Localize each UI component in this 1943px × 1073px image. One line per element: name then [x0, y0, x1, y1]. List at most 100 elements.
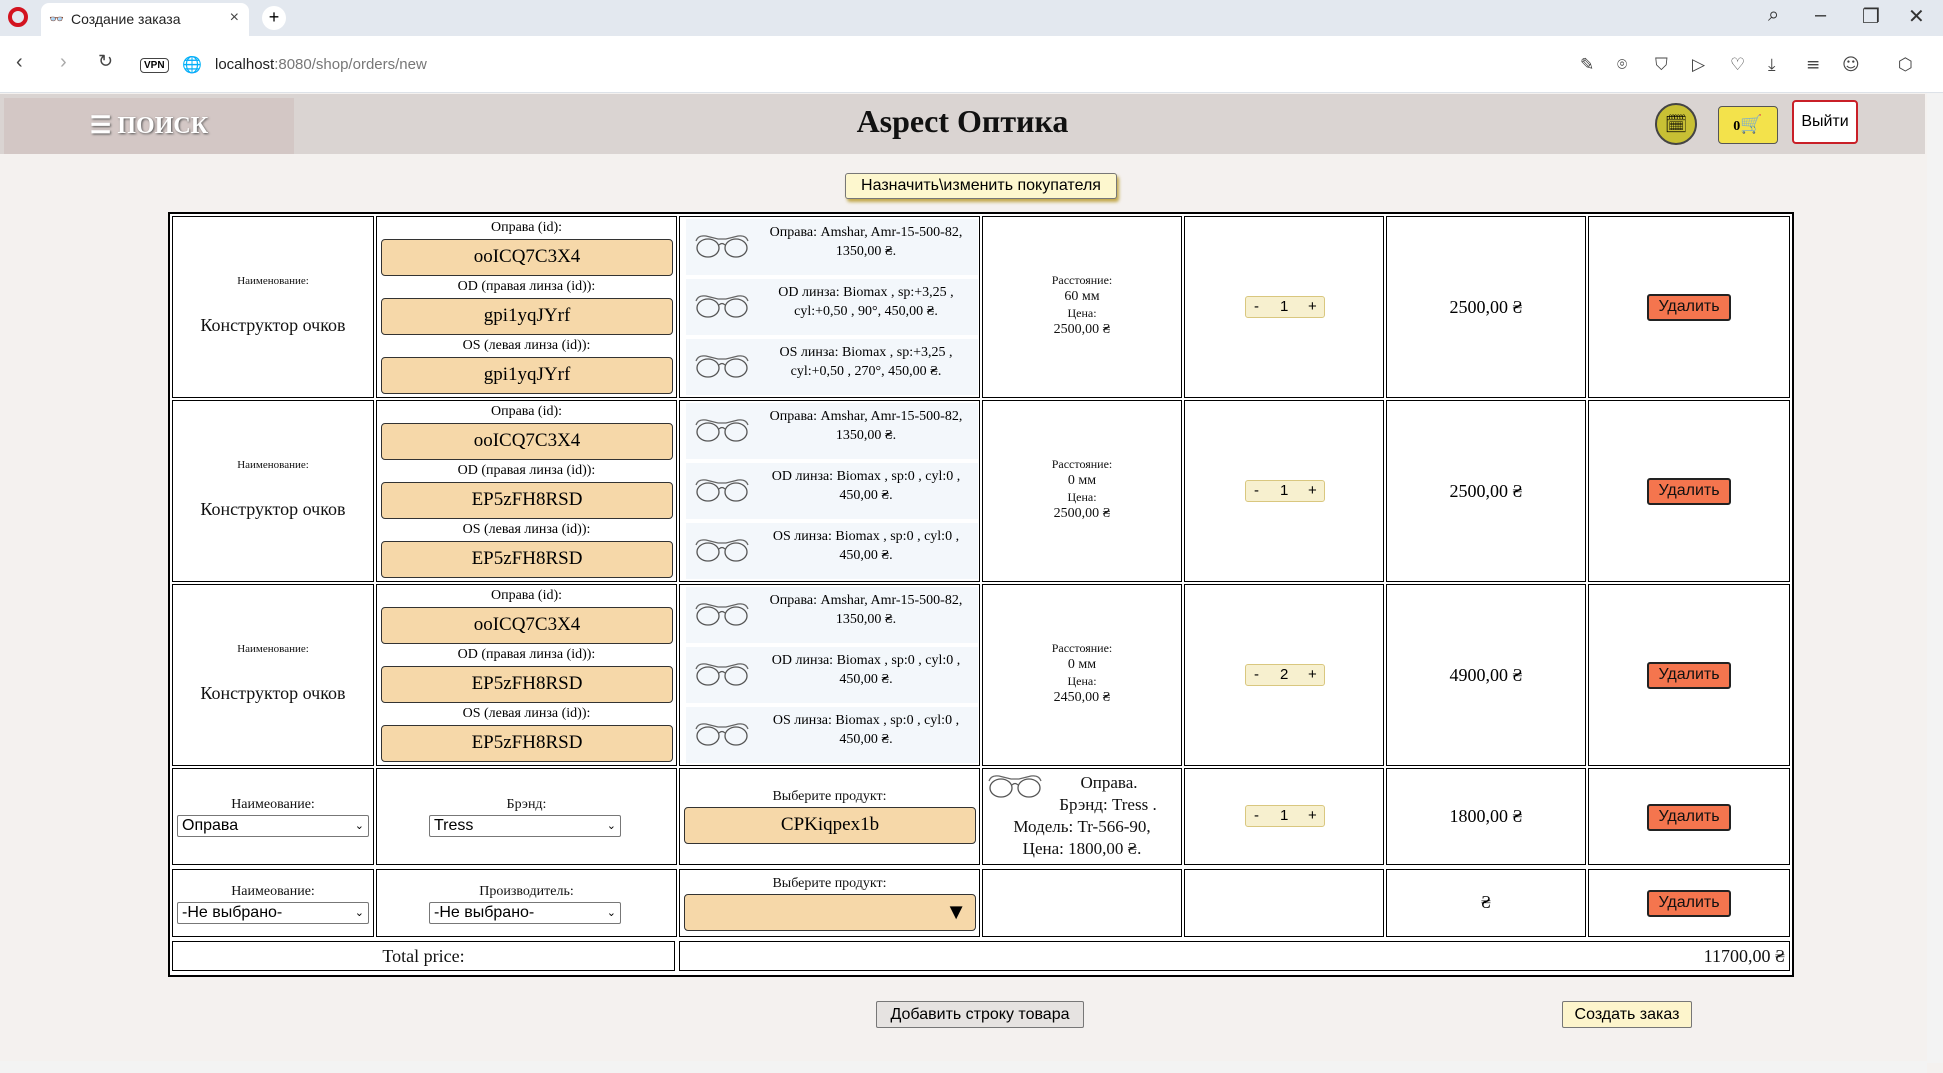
decrement-button[interactable]: - [1254, 298, 1259, 315]
lens-detail-row: OS линза: Biomax , sp:0 , cyl:0 , 450,00… [686, 523, 978, 579]
heart-icon[interactable]: ♡ [1730, 55, 1745, 75]
quantity-stepper[interactable]: - 1 + [1245, 805, 1325, 827]
reload-icon[interactable]: ↻ [98, 51, 113, 72]
tab-title: Создание заказа [71, 11, 181, 27]
name-label: Наименование: [237, 459, 309, 471]
back-icon[interactable]: ‹ [16, 51, 23, 74]
new-tab-icon[interactable]: + [262, 6, 286, 30]
minimize-icon[interactable]: – [1815, 4, 1826, 27]
lens-description: Оправа: Amshar, Amr-15-500-82, 1350,00 ₴… [769, 409, 963, 443]
brand-cell: Брэнд: Tress ⌄ [376, 768, 677, 865]
download-icon[interactable]: ⤓ [1768, 55, 1776, 75]
add-row-button[interactable]: Добавить строку товара [876, 1001, 1084, 1028]
create-order-button[interactable]: Создать заказ [1562, 1001, 1692, 1028]
category-select[interactable]: Оправа ⌄ [177, 815, 369, 837]
shield-icon[interactable]: ⛉ [1655, 55, 1668, 75]
opera-logo-icon[interactable] [8, 7, 28, 27]
edit-icon[interactable]: ✎ [1580, 55, 1594, 75]
increment-button[interactable]: + [1308, 482, 1317, 499]
tab-close-icon[interactable]: × [230, 9, 239, 27]
url-field[interactable]: localhost:8080/shop/orders/new [215, 56, 427, 73]
browser-tab-bar: 👓 Создание заказа × + ⌕ – ❐ ✕ [0, 0, 1943, 36]
total-cell: 4900,00 ₴ [1386, 584, 1586, 766]
total-cell: 1800,00 ₴ [1386, 768, 1586, 865]
unit-price-label: Цена: [1067, 674, 1097, 688]
close-window-icon[interactable]: ✕ [1908, 4, 1925, 29]
os-id-field[interactable]: EP5zFH8RSD [381, 541, 673, 578]
total-label-cell: Total price: [172, 941, 675, 971]
od-id-field[interactable]: gpi1yqJYrf [381, 298, 673, 335]
lens-description: OD линза: Biomax , sp:+3,25 , cyl:+0,50 … [778, 285, 954, 319]
frame-id-field[interactable]: ooICQ7C3X4 [381, 607, 673, 644]
glasses-thumbnail-icon [694, 293, 750, 321]
chevron-down-icon: ⌄ [354, 820, 364, 832]
chevron-down-icon: ⌄ [354, 907, 364, 919]
maker-select[interactable]: -Не выбрано- ⌄ [429, 902, 621, 924]
category-select-value: -Не выбрано- [182, 904, 283, 921]
glasses-thumbnail-icon [694, 661, 750, 689]
details-cell: Оправа: Amshar, Amr-15-500-82, 1350,00 ₴… [679, 400, 980, 582]
maker-select-value: -Не выбрано- [434, 904, 535, 921]
product-id-field[interactable]: CPKiqpex1b [684, 807, 976, 844]
delete-button[interactable]: Удалить [1647, 294, 1731, 321]
decrement-button[interactable]: - [1254, 666, 1259, 683]
product-dropdown[interactable]: ▼ [684, 894, 976, 931]
menu-icon[interactable]: ≡ [1806, 55, 1820, 75]
product-name: Конструктор очков [200, 499, 346, 519]
quantity-value: 1 [1280, 482, 1289, 499]
delete-button[interactable]: Удалить [1647, 804, 1731, 831]
profile-icon[interactable]: ☺ [1842, 55, 1860, 75]
lens-detail-row: OS линза: Biomax , sp:+3,25 , cyl:+0,50 … [686, 339, 978, 395]
orders-icon[interactable]: 🗓 [1655, 103, 1697, 145]
frame-id-field[interactable]: ooICQ7C3X4 [381, 239, 673, 276]
assign-customer-button[interactable]: Назначить\изменить покупателя [845, 173, 1117, 199]
search-tabs-icon[interactable]: ⌕ [1768, 4, 1779, 27]
brand-title: Aspect Оптика [856, 103, 1069, 139]
delete-button[interactable]: Удалить [1647, 890, 1731, 917]
lens-description: OD линза: Biomax , sp:0 , cyl:0 , 450,00… [771, 469, 961, 503]
frame-id-label: Оправа (id): [490, 588, 563, 603]
decrement-button[interactable]: - [1254, 482, 1259, 499]
horizontal-scrollbar[interactable] [0, 1061, 1927, 1073]
maker-cell: Производитель: -Не выбрано- ⌄ [376, 869, 677, 937]
decrement-button[interactable]: - [1254, 807, 1259, 824]
row-total: 1800,00 ₴ [1449, 806, 1523, 826]
restore-icon[interactable]: ❐ [1862, 4, 1880, 29]
delete-button[interactable]: Удалить [1647, 662, 1731, 689]
camera-icon[interactable]: ⌾ [1617, 55, 1627, 75]
forward-icon[interactable]: › [60, 51, 67, 74]
od-id-field[interactable]: EP5zFH8RSD [381, 482, 673, 519]
increment-button[interactable]: + [1308, 666, 1317, 683]
quantity-cell: - 1 + [1184, 216, 1384, 398]
quantity-stepper[interactable]: - 1 + [1245, 480, 1325, 502]
logout-button[interactable]: Выйти [1792, 100, 1858, 144]
total-cell: 2500,00 ₴ [1386, 216, 1586, 398]
chevron-down-icon: ⌄ [606, 820, 616, 832]
details-cell: Оправа: Amshar, Amr-15-500-82, 1350,00 ₴… [679, 584, 980, 766]
category-select[interactable]: -Не выбрано- ⌄ [177, 902, 369, 924]
cart-button[interactable]: 0🛒 [1718, 106, 1778, 144]
browser-tab-active[interactable]: 👓 Создание заказа × [41, 3, 249, 36]
delete-button[interactable]: Удалить [1647, 478, 1731, 505]
maker-label: Производитель: [479, 884, 574, 899]
quantity-stepper[interactable]: - 2 + [1245, 664, 1325, 686]
brand-select[interactable]: Tress ⌄ [429, 815, 621, 837]
extensions-icon[interactable]: ⬡ [1898, 55, 1913, 75]
glasses-favicon-icon: 👓 [49, 12, 64, 26]
os-id-field[interactable]: gpi1yqJYrf [381, 357, 673, 394]
lens-detail-row: OD линза: Biomax , sp:0 , cyl:0 , 450,00… [686, 463, 978, 519]
od-id-field[interactable]: EP5zFH8RSD [381, 666, 673, 703]
lens-detail-row: Оправа: Amshar, Amr-15-500-82, 1350,00 ₴… [686, 403, 978, 459]
glasses-thumbnail-icon [694, 417, 750, 445]
frame-id-field[interactable]: ooICQ7C3X4 [381, 423, 673, 460]
os-id-field[interactable]: EP5zFH8RSD [381, 725, 673, 762]
unit-price-value: 2450,00 ₴ [1053, 690, 1111, 705]
vpn-badge[interactable]: VPN [140, 58, 169, 73]
play-icon[interactable]: ▷ [1692, 55, 1705, 75]
quantity-stepper[interactable]: - 1 + [1245, 296, 1325, 318]
choose-product-label: Выберите продукт: [772, 876, 887, 891]
vertical-scrollbar[interactable] [1927, 93, 1943, 1063]
empty-quantity-cell [1184, 869, 1384, 937]
increment-button[interactable]: + [1308, 298, 1317, 315]
increment-button[interactable]: + [1308, 807, 1317, 824]
